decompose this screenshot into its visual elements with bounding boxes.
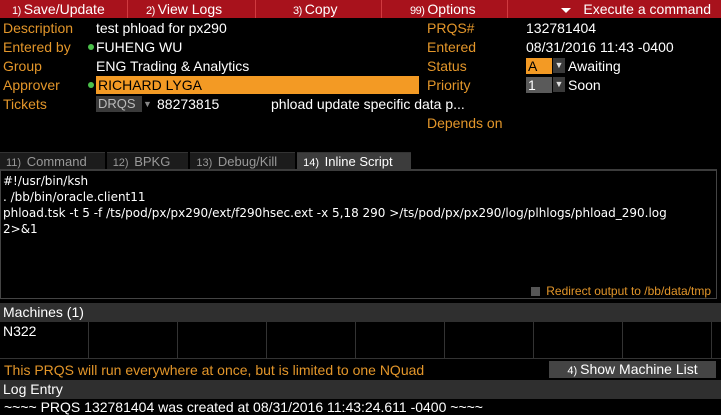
machine-cell[interactable]	[89, 322, 178, 359]
entered-value: 08/31/2016 11:43 -0400	[526, 39, 674, 55]
status-label: Status	[427, 58, 467, 74]
execute-command-dropdown[interactable]: Execute a command	[508, 0, 721, 18]
tickets-label: Tickets	[3, 96, 47, 112]
ticket-number[interactable]: 88273815	[157, 95, 219, 113]
online-status-icon	[88, 44, 94, 50]
copy-key: 3)	[293, 5, 302, 17]
tab-bar: 11) Command 12) BPKG 13) Debug/Kill 14) …	[0, 152, 413, 169]
options-key: 99)	[410, 5, 425, 17]
tab-debug-kill-label: Debug/Kill	[217, 154, 278, 169]
view-logs-key: 2)	[146, 5, 155, 17]
script-line: phload.tsk -t 5 -f /ts/pod/px/px290/ext/…	[3, 206, 667, 220]
options-button[interactable]: 99) Options	[382, 0, 508, 18]
approver-status-icon	[88, 82, 94, 88]
tab-bpkg[interactable]: 12) BPKG	[106, 152, 189, 169]
view-logs-button[interactable]: 2) View Logs	[128, 0, 256, 18]
tab-bpkg-key: 12)	[112, 157, 129, 169]
show-machine-list-button[interactable]: 4) Show Machine List	[549, 361, 716, 378]
redirect-output-label: Redirect output to /bb/data/tmp	[546, 284, 711, 298]
machine-cell[interactable]	[445, 322, 534, 359]
machines-header: Machines (1)	[0, 303, 721, 322]
machine-cell[interactable]	[178, 322, 267, 359]
machine-cell[interactable]	[534, 322, 623, 359]
entered-by-value[interactable]: FUHENG WU	[96, 38, 182, 56]
status-text: Awaiting	[568, 58, 621, 74]
machines-grid: N322	[0, 322, 721, 359]
group-label: Group	[3, 58, 42, 74]
save-update-label: Save/Update	[23, 1, 105, 17]
ticket-type-select[interactable]: DRQS	[96, 96, 142, 112]
execute-command-label: Execute a command	[583, 1, 711, 17]
priority-chevron-icon[interactable]: ▼	[553, 77, 565, 92]
show-machine-list-key: 4)	[567, 365, 578, 377]
tab-bpkg-label: BPKG	[134, 154, 171, 169]
copy-label: Copy	[304, 1, 338, 17]
tab-inline-script-key: 14)	[303, 157, 320, 169]
prqs-value: 132781404	[526, 20, 597, 36]
view-logs-label: View Logs	[157, 1, 223, 17]
description-value[interactable]: test phload for px290	[96, 19, 227, 37]
nquad-warning: This PRQS will run everywhere at once, b…	[4, 362, 425, 378]
machine-cell[interactable]	[356, 322, 445, 359]
machine-cell[interactable]	[712, 322, 721, 359]
ticket-type-chevron-icon[interactable]: ▼	[143, 96, 152, 112]
script-line: #!/usr/bin/ksh	[3, 174, 89, 188]
tab-command-key: 11)	[6, 157, 22, 169]
machine-cell[interactable]	[267, 322, 356, 359]
status-chevron-icon[interactable]: ▼	[553, 58, 565, 73]
approver-field[interactable]: RICHARD LYGA	[96, 76, 419, 94]
tab-debug-kill[interactable]: 13) Debug/Kill	[190, 152, 296, 169]
group-value[interactable]: ENG Trading & Analytics	[96, 57, 249, 75]
redirect-output-checkbox[interactable]: Redirect output to /bb/data/tmp	[531, 284, 711, 298]
show-machine-list-label: Show Machine List	[580, 361, 698, 377]
copy-button[interactable]: 3) Copy	[256, 0, 382, 18]
options-label: Options	[427, 1, 476, 17]
depends-on-label: Depends on	[427, 115, 503, 131]
toolbar: 1) Save/Update 2) View Logs 3) Copy 99) Opti…	[0, 0, 721, 18]
ticket-description[interactable]: phload update specific data p...	[271, 95, 465, 113]
tab-command-label: Command	[26, 154, 87, 169]
machine-cell[interactable]	[623, 322, 712, 359]
tab-debug-kill-key: 13)	[196, 157, 213, 169]
entered-label: Entered	[427, 39, 477, 55]
log-entry-line: ~~~~ PRQS 132781404 was created at 08/31…	[4, 399, 483, 415]
script-line: 2>&1	[3, 222, 38, 236]
script-line: . /bb/bin/oracle.client11	[3, 190, 146, 204]
tab-inline-script-label: Inline Script	[324, 154, 393, 169]
description-label: Description	[3, 20, 74, 36]
chevron-down-icon	[561, 7, 572, 13]
checkbox-icon	[531, 287, 541, 297]
save-update-button[interactable]: 1) Save/Update	[0, 0, 128, 18]
priority-text: Soon	[568, 77, 601, 93]
log-entry-header: Log Entry	[0, 380, 721, 399]
prqs-label: PRQS#	[427, 20, 475, 36]
save-update-key: 1)	[12, 5, 21, 17]
inline-script-editor[interactable]: #!/usr/bin/ksh . /bb/bin/oracle.client11…	[0, 169, 717, 299]
entered-by-label: Entered by	[3, 39, 71, 55]
priority-code-field[interactable]: 1	[526, 77, 552, 93]
approver-label: Approver	[3, 77, 60, 93]
tab-command[interactable]: 11) Command	[0, 152, 105, 169]
priority-label: Priority	[427, 77, 471, 93]
status-code-field[interactable]: A	[526, 58, 552, 74]
machine-cell[interactable]: N322	[0, 322, 89, 359]
tab-inline-script[interactable]: 14) Inline Script	[297, 152, 411, 169]
